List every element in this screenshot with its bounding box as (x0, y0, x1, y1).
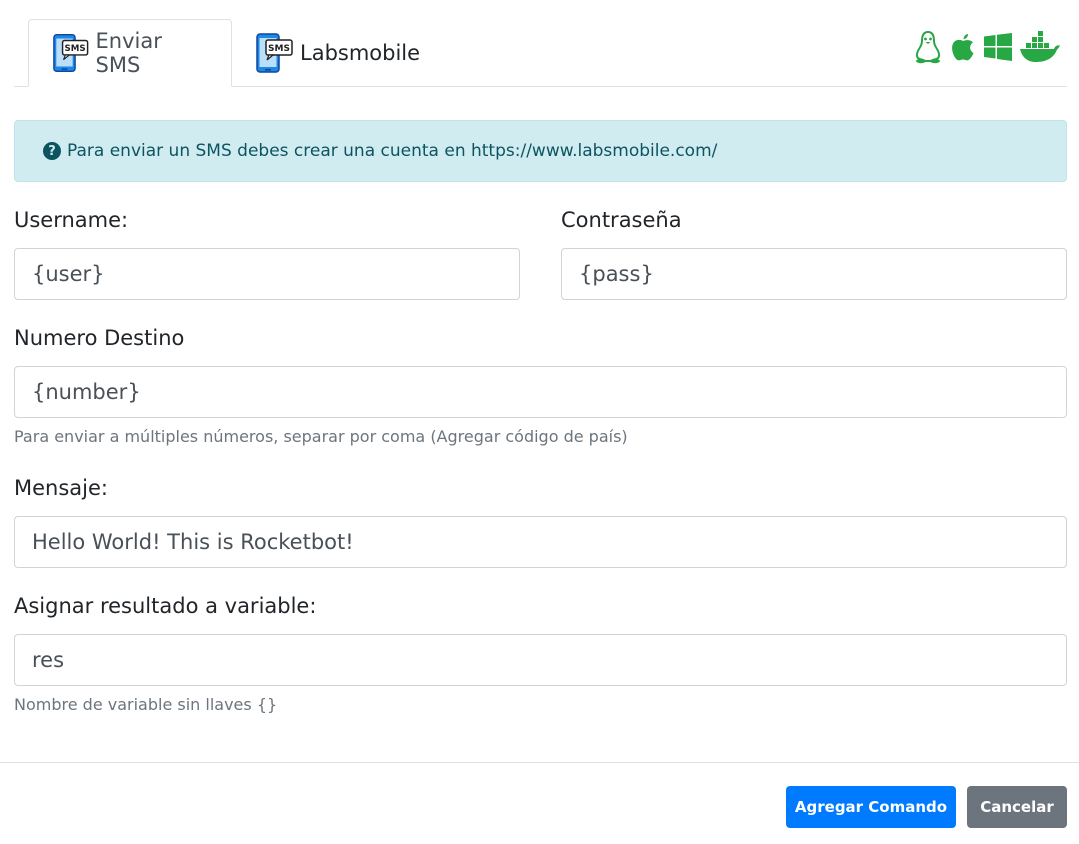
tab-bar: SMS Enviar SMS SMS Labsmobile (14, 0, 1067, 87)
result-variable-help-text: Nombre de variable sin llaves {} (14, 695, 278, 714)
username-label: Username: (14, 208, 129, 232)
number-help-text: Para enviar a múltiples números, separar… (14, 427, 628, 446)
add-command-button[interactable]: Agregar Comando (786, 786, 956, 828)
sms-phone-icon: SMS (53, 33, 89, 73)
password-label: Contraseña (561, 208, 682, 232)
info-alert: ? Para enviar un SMS debes crear una cue… (14, 120, 1067, 182)
linux-icon (915, 30, 941, 64)
cancel-button[interactable]: Cancelar (967, 786, 1067, 828)
alert-text: Para enviar un SMS debes crear una cuent… (67, 141, 718, 161)
username-input[interactable]: {user} (14, 248, 520, 300)
windows-icon (984, 33, 1012, 61)
apple-icon (952, 34, 974, 61)
result-variable-input[interactable]: res (14, 634, 1067, 686)
svg-text:SMS: SMS (268, 44, 290, 54)
result-variable-label: Asignar resultado a variable: (14, 594, 317, 618)
number-label: Numero Destino (14, 326, 185, 350)
message-label: Mensaje: (14, 476, 108, 500)
password-input[interactable]: {pass} (561, 248, 1067, 300)
footer-divider (0, 762, 1079, 763)
os-support-icons (913, 30, 1061, 64)
tab-enviar-sms[interactable]: SMS Enviar SMS (28, 19, 232, 87)
question-circle-icon: ? (43, 142, 61, 160)
sms-phone-icon: SMS (256, 33, 293, 73)
number-input[interactable]: {number} (14, 366, 1067, 418)
tab-label: Enviar SMS (95, 29, 162, 77)
tab-labsmobile[interactable]: SMS Labsmobile (232, 19, 442, 87)
docker-icon (1020, 31, 1060, 62)
svg-text:SMS: SMS (65, 44, 86, 54)
command-form: SMS Enviar SMS SMS Labsmobile ? Para env… (14, 0, 1067, 714)
message-input[interactable]: Hello World! This is Rocketbot! (14, 516, 1067, 568)
tab-label: Labsmobile (300, 41, 421, 65)
